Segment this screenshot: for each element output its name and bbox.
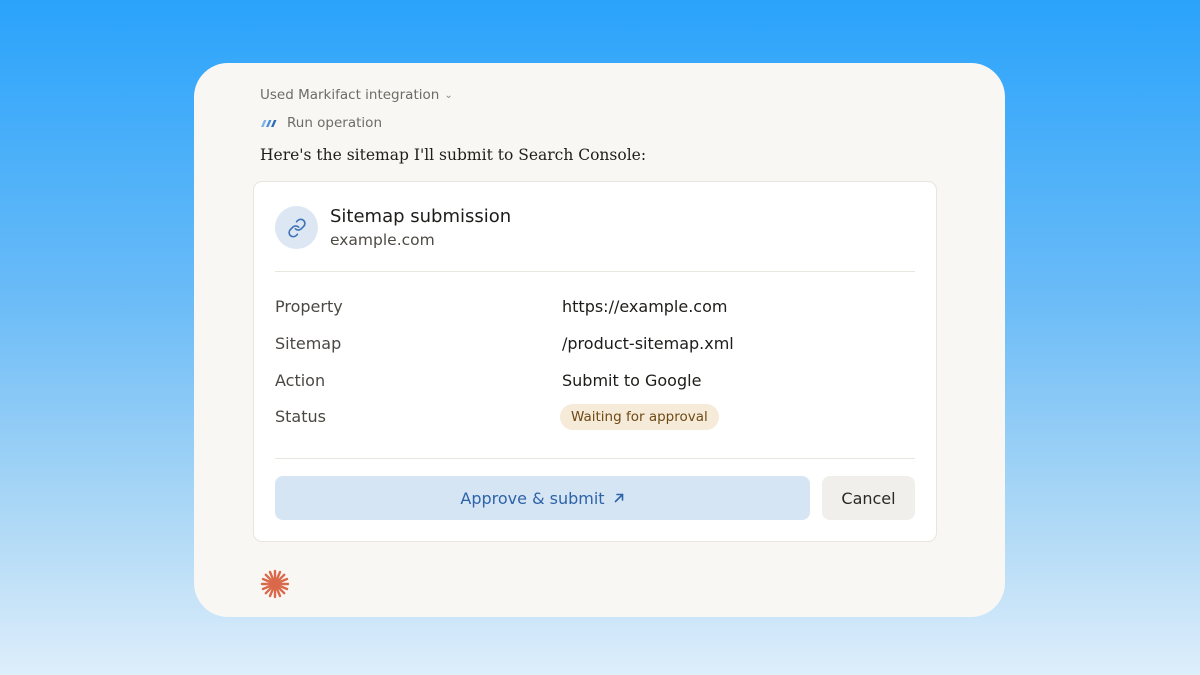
detail-row-property: Property https://example.com: [275, 297, 915, 321]
assistant-message: Here's the sitemap I'll submit to Search…: [260, 146, 647, 164]
chevron-down-icon: ⌄: [444, 90, 453, 101]
detail-label: Action: [275, 371, 326, 390]
detail-label: Property: [275, 297, 343, 316]
run-operation-step: Run operation: [260, 115, 382, 131]
divider: [275, 458, 915, 459]
arrow-up-right-icon: [613, 489, 625, 508]
markifact-logo-icon: [260, 117, 278, 129]
run-operation-label: Run operation: [287, 115, 382, 131]
integration-label: Used Markifact integration: [260, 87, 440, 103]
asterisk-spark-icon: [260, 569, 290, 603]
card-title: Sitemap submission: [330, 206, 512, 227]
detail-label: Status: [275, 407, 326, 426]
detail-value: Submit to Google: [562, 371, 702, 390]
detail-row-status: Status Waiting for approval: [275, 404, 915, 431]
detail-row-sitemap: Sitemap /product-sitemap.xml: [275, 334, 915, 358]
detail-value: https://example.com: [562, 297, 728, 316]
detail-value: /product-sitemap.xml: [562, 334, 734, 353]
detail-label: Sitemap: [275, 334, 342, 353]
cancel-button[interactable]: Cancel: [822, 476, 915, 520]
divider: [275, 271, 915, 272]
approve-submit-button[interactable]: Approve & submit: [275, 476, 810, 520]
detail-row-action: Action Submit to Google: [275, 371, 915, 395]
sitemap-submission-card: Sitemap submission example.com Property …: [253, 181, 937, 542]
card-subtitle: example.com: [330, 231, 435, 249]
status-badge: Waiting for approval: [560, 404, 719, 430]
approve-label: Approve & submit: [460, 488, 605, 508]
chat-panel: Used Markifact integration ⌄ Run operati…: [194, 63, 1005, 617]
integration-toggle[interactable]: Used Markifact integration ⌄: [260, 87, 453, 103]
link-icon: [275, 206, 318, 249]
